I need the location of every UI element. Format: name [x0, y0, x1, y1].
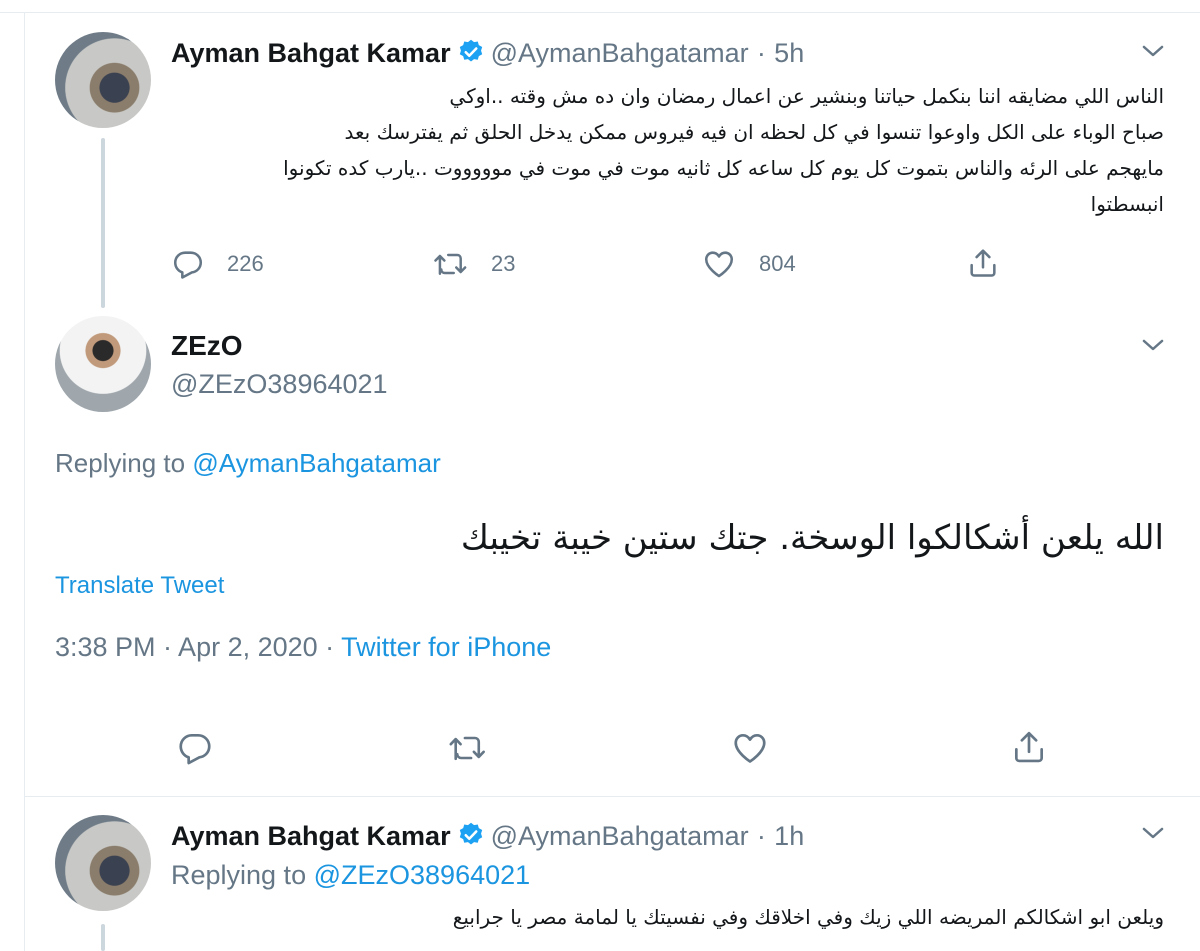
reply-icon: [179, 733, 211, 765]
top-divider: [0, 12, 1200, 13]
avatar[interactable]: [55, 316, 151, 412]
retweet-button[interactable]: 23: [433, 247, 515, 281]
share-icon: [1014, 731, 1044, 763]
tweet-text-line: مايهجم على الرئه والناس بتموت كل يوم كل …: [283, 156, 1164, 180]
reply-count: 226: [227, 251, 264, 276]
avatar[interactable]: [55, 815, 151, 911]
retweet-icon: [434, 253, 467, 275]
chevron-down-icon[interactable]: [1138, 330, 1168, 360]
heart-icon: [734, 733, 766, 763]
tweet-time[interactable]: 1h: [774, 821, 804, 851]
replying-to-link[interactable]: @AymanBahgatamar: [192, 448, 441, 478]
tweet-text: الناس اللي مضايقه اننا بنكمل حياتنا وبنش…: [170, 78, 1164, 222]
reply-icon: [173, 251, 203, 279]
author-handle[interactable]: @AymanBahgatamar: [491, 38, 749, 68]
reply-button[interactable]: 226: [171, 247, 264, 281]
chevron-down-icon[interactable]: [1138, 818, 1168, 848]
author-name[interactable]: Ayman Bahgat Kamar: [171, 38, 451, 68]
reply-button[interactable]: [176, 729, 214, 767]
thread-line: [101, 924, 105, 951]
verified-badge-icon: [457, 821, 485, 849]
replying-to: Replying to @AymanBahgatamar: [55, 448, 441, 479]
tweet-text-line: انبسطتوا: [1090, 192, 1164, 216]
tweet-text-line: الناس اللي مضايقه اننا بنكمل حياتنا وبنش…: [449, 84, 1164, 108]
retweet-count: 23: [491, 251, 516, 276]
replying-label: Replying to: [171, 860, 307, 890]
retweet-button[interactable]: [448, 729, 488, 767]
timestamp[interactable]: 3:38 PM · Apr 2, 2020 ·: [55, 632, 341, 662]
replying-label: Replying to: [55, 448, 186, 478]
tweet-header: Ayman Bahgat Kamar @AymanBahgatamar · 5h: [171, 36, 804, 71]
tweet-text: ويلعن ابو اشكالكم المريضه اللي زيك وفي ا…: [452, 905, 1164, 929]
author-name[interactable]: ZEzO: [171, 330, 243, 362]
left-border: [24, 12, 25, 951]
share-icon: [970, 249, 996, 277]
avatar[interactable]: [55, 32, 151, 128]
retweet-icon: [449, 736, 485, 761]
like-count: 804: [759, 251, 796, 276]
translate-tweet-link[interactable]: Translate Tweet: [55, 572, 224, 600]
source-link[interactable]: Twitter for iPhone: [341, 632, 551, 662]
tweet-header: Ayman Bahgat Kamar @AymanBahgatamar · 1h: [171, 819, 804, 854]
share-button[interactable]: [966, 245, 1000, 281]
tweet-text: الله يلعن أشكالكوا الوسخة. جتك ستين خيبة…: [460, 518, 1164, 558]
author-name[interactable]: Ayman Bahgat Kamar: [171, 821, 451, 851]
separator-dot: ·: [756, 821, 766, 851]
replying-to: Replying to @ZEzO38964021: [171, 860, 530, 891]
share-button[interactable]: [1010, 727, 1048, 767]
like-button[interactable]: 804: [701, 247, 796, 281]
tweet-metadata: 3:38 PM · Apr 2, 2020 · Twitter for iPho…: [55, 632, 551, 663]
replying-to-link[interactable]: @ZEzO38964021: [314, 860, 531, 890]
author-handle[interactable]: @ZEzO38964021: [171, 369, 388, 400]
chevron-down-icon[interactable]: [1138, 36, 1168, 66]
tweet-text-line: صباح الوباء على الكل واوعوا تنسوا في كل …: [344, 120, 1164, 144]
like-button[interactable]: [730, 729, 770, 767]
thread-line: [101, 138, 105, 308]
tweet-divider: [24, 796, 1200, 797]
verified-badge-icon: [457, 38, 485, 66]
separator-dot: ·: [756, 38, 766, 68]
tweet-time[interactable]: 5h: [774, 38, 804, 68]
heart-icon: [704, 251, 734, 278]
author-handle[interactable]: @AymanBahgatamar: [491, 821, 749, 851]
